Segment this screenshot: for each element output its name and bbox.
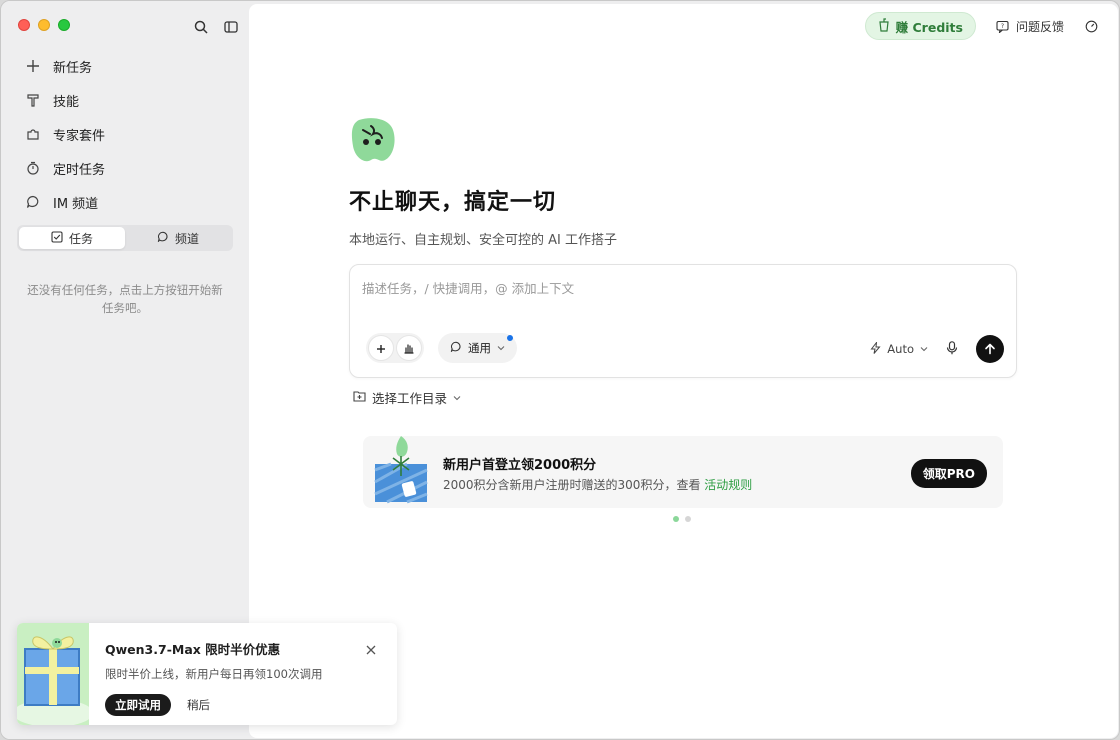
close-window-button[interactable] xyxy=(18,19,30,31)
sidebar-tools xyxy=(193,19,239,35)
feedback-icon: ? xyxy=(996,19,1010,33)
banner-title: 新用户首登立领2000积分 xyxy=(443,458,597,473)
tab-tasks[interactable]: 任务 xyxy=(19,227,125,249)
plus-icon xyxy=(376,339,386,358)
workdir-label: 选择工作目录 xyxy=(372,391,448,406)
notification-dot xyxy=(507,335,513,341)
feedback-button[interactable]: ? 问题反馈 xyxy=(996,18,1064,35)
mode-selector[interactable]: 通用 xyxy=(438,333,517,363)
sidebar-item-label: IM 频道 xyxy=(53,196,99,212)
feedback-label: 问题反馈 xyxy=(1015,19,1064,34)
model-label: Auto xyxy=(887,342,914,356)
hand-icon xyxy=(403,339,415,358)
gift-box-icon xyxy=(17,623,93,725)
topbar: 赚 Credits ? 问题反馈 xyxy=(864,12,1098,40)
composer-right-actions: Auto xyxy=(870,335,1004,363)
mode-label: 通用 xyxy=(468,341,491,355)
app-window: 新任务 技能 专家套件 定时任务 IM 频道 任务 频道 还没有任何任务，点击上… xyxy=(0,0,1120,740)
chat-icon xyxy=(25,194,41,210)
search-icon[interactable] xyxy=(193,19,209,35)
checkbox-icon xyxy=(51,230,63,246)
lightning-icon xyxy=(870,340,881,357)
skill-icon xyxy=(25,92,41,108)
puzzle-icon xyxy=(25,126,41,142)
tab-channels-label: 频道 xyxy=(174,231,199,246)
gauge-icon[interactable] xyxy=(1084,19,1098,33)
sidebar-item-new-task[interactable]: 新任务 xyxy=(17,49,233,83)
window-controls xyxy=(18,19,70,31)
sidebar-item-skills[interactable]: 技能 xyxy=(17,83,233,117)
svg-text:?: ? xyxy=(1001,23,1004,30)
tab-tasks-label: 任务 xyxy=(68,231,93,246)
promo-banner: 新用户首登立领2000积分 2000积分含新用户注册时赠送的300积分，查看 活… xyxy=(363,436,1003,508)
promo-toast: Qwen3.7-Max 限时半价优惠 限时半价上线，新用户每日再领100次调用 … xyxy=(17,623,397,725)
earn-credits-button[interactable]: 赚 Credits xyxy=(864,12,976,40)
maximize-window-button[interactable] xyxy=(58,19,70,31)
sidebar-item-expert-kits[interactable]: 专家套件 xyxy=(17,117,233,151)
plus-icon xyxy=(25,58,41,74)
sidebar-item-label: 专家套件 xyxy=(53,128,106,144)
toast-title: Qwen3.7-Max 限时半价优惠 xyxy=(105,642,281,657)
minimize-window-button[interactable] xyxy=(38,19,50,31)
app-logo xyxy=(349,116,397,164)
chevron-down-icon xyxy=(497,341,505,355)
activity-rules-link[interactable]: 活动规则 xyxy=(704,478,752,492)
chevron-down-icon xyxy=(920,342,928,356)
toast-content: Qwen3.7-Max 限时半价优惠 限时半价上线，新用户每日再领100次调用 … xyxy=(89,623,397,725)
chat-icon xyxy=(450,341,462,356)
chevron-down-icon xyxy=(453,390,461,405)
sidebar-item-im-channels[interactable]: IM 频道 xyxy=(17,185,233,219)
gift-box-icon xyxy=(371,436,431,504)
toast-desc: 限时半价上线，新用户每日再领100次调用 xyxy=(105,667,323,681)
cup-icon xyxy=(878,17,890,35)
tab-channels[interactable]: 频道 xyxy=(125,227,231,249)
sidebar-item-label: 定时任务 xyxy=(53,162,106,178)
add-attachment-button[interactable] xyxy=(368,335,394,361)
sidebar-item-label: 新任务 xyxy=(53,60,93,76)
carousel-dot-2[interactable] xyxy=(685,516,691,522)
task-input[interactable] xyxy=(362,281,1002,296)
close-icon[interactable] xyxy=(365,641,379,655)
model-selector[interactable]: Auto xyxy=(870,340,928,357)
sidebar-item-label: 技能 xyxy=(53,94,80,110)
folder-plus-icon xyxy=(353,390,366,405)
timer-icon xyxy=(25,160,41,176)
microphone-icon[interactable] xyxy=(946,340,958,359)
task-channel-segment: 任务 频道 xyxy=(17,225,233,251)
skills-button[interactable] xyxy=(396,335,422,361)
banner-desc: 2000积分含新用户注册时赠送的300积分，查看 活动规则 xyxy=(443,476,752,493)
task-composer: 通用 Auto xyxy=(349,264,1017,378)
sidebar-nav: 新任务 技能 专家套件 定时任务 IM 频道 xyxy=(17,49,233,219)
sidebar-toggle-icon[interactable] xyxy=(223,19,239,35)
claim-pro-button[interactable]: 领取PRO xyxy=(910,459,987,488)
page-subtitle: 本地运行、自主规划、安全可控的 AI 工作搭子 xyxy=(349,233,617,248)
sidebar-item-scheduled-tasks[interactable]: 定时任务 xyxy=(17,151,233,185)
attach-tools xyxy=(366,333,424,363)
composer-left-actions: 通用 xyxy=(366,333,517,363)
banner-desc-text: 2000积分含新用户注册时赠送的300积分，查看 xyxy=(443,478,701,492)
send-button[interactable] xyxy=(976,335,1004,363)
select-workdir-button[interactable]: 选择工作目录 xyxy=(353,388,461,407)
credits-label: 赚 Credits xyxy=(895,19,963,35)
arrow-up-icon xyxy=(984,340,996,359)
carousel-dots xyxy=(673,516,691,522)
toast-actions: 立即试用 稍后 xyxy=(105,694,397,716)
page-title: 不止聊天，搞定一切 xyxy=(349,190,557,215)
empty-tasks-hint: 还没有任何任务，点击上方按钮开始新任务吧。 xyxy=(27,283,223,315)
later-button[interactable]: 稍后 xyxy=(187,697,210,713)
carousel-dot-1[interactable] xyxy=(673,516,679,522)
try-now-button[interactable]: 立即试用 xyxy=(105,694,171,716)
chat-icon xyxy=(157,231,169,246)
